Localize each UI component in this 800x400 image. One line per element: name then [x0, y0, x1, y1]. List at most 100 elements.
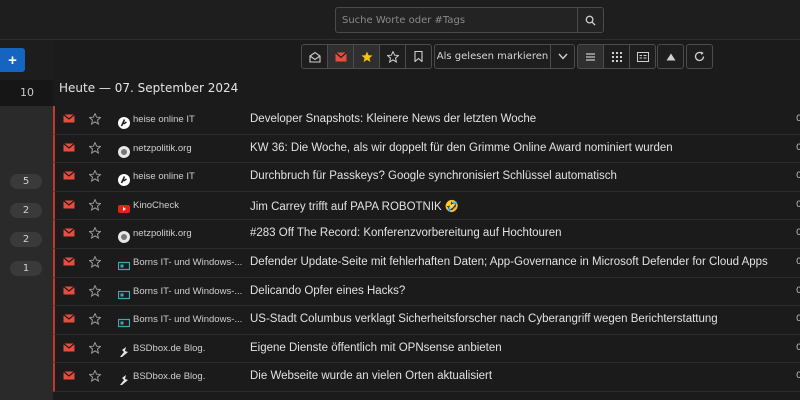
netzpolitik-icon [118, 143, 130, 158]
envelope-icon[interactable] [63, 199, 75, 209]
article-date-fragment: 0 [796, 371, 800, 382]
bookmark-icon [414, 51, 423, 62]
view-reader-button[interactable] [629, 44, 656, 69]
sidebar-count-today: 10 [20, 86, 34, 99]
star-outline-icon[interactable] [89, 313, 101, 326]
article-row[interactable]: netzpolitik.org KW 36: Die Woche, als wi… [53, 134, 800, 164]
borns-icon [117, 314, 131, 328]
article-title[interactable]: KW 36: Die Woche, als wir doppelt für de… [250, 142, 673, 154]
article-date-fragment: 0 [796, 285, 800, 296]
envelope-icon[interactable] [63, 114, 75, 123]
article-date-fragment: 0 [796, 142, 800, 153]
article-date-fragment: 0 [796, 228, 800, 239]
article-date-fragment: 0 [796, 114, 800, 124]
grid-icon [611, 51, 622, 62]
article-toolbar: Als gelesen markieren [53, 40, 800, 74]
unread-filter-button[interactable] [327, 44, 354, 69]
envelope-icon[interactable] [63, 142, 75, 152]
article-date-fragment: 0 [796, 314, 800, 325]
article-title[interactable]: Jim Carrey trifft auf PAPA ROBOTNIK 🤣 [250, 199, 459, 213]
bookmark-filter-button[interactable] [405, 44, 432, 69]
sidebar: + 10 5 2 2 1 [0, 40, 53, 400]
starred-filter-button[interactable] [353, 44, 380, 69]
top-bar [0, 0, 800, 40]
article-title[interactable]: #283 Off The Record: Konferenzvorbereitu… [250, 227, 562, 239]
star-outline-icon[interactable] [89, 170, 101, 183]
feed-name[interactable]: BSDbox.de Blog. [133, 371, 245, 382]
star-outline-icon[interactable] [89, 341, 101, 354]
star-outline-icon[interactable] [89, 227, 101, 240]
star-outline-icon[interactable] [89, 370, 101, 383]
day-header: Heute — 07. September 2024 [59, 81, 239, 95]
view-grid-button[interactable] [603, 44, 630, 69]
star-outline-icon[interactable] [89, 255, 101, 268]
article-title[interactable]: Delicando Opfer eines Hacks? [250, 285, 405, 297]
article-row[interactable]: heise online IT Developer Snapshots: Kle… [53, 106, 800, 135]
chevron-down-icon [557, 53, 568, 60]
sidebar-feed-list [0, 106, 53, 400]
refresh-icon [694, 51, 705, 62]
article-row[interactable]: Borns IT- und Windows-... Delicando Opfe… [53, 277, 800, 307]
envelope-icon[interactable] [63, 371, 75, 380]
sidebar-badge[interactable]: 2 [10, 203, 42, 218]
sidebar-badge[interactable]: 1 [10, 261, 42, 276]
envelope-icon[interactable] [63, 285, 75, 295]
bsdbox-icon [118, 343, 130, 357]
article-row[interactable]: BSDbox.de Blog. Eigene Dienste öffentlic… [53, 334, 800, 364]
envelope-open-icon [308, 51, 321, 63]
sidebar-badge[interactable]: 2 [10, 232, 42, 247]
feed-name[interactable]: netzpolitik.org [133, 143, 245, 154]
article-row[interactable]: BSDbox.de Blog. Die Webseite wurde an vi… [53, 363, 800, 392]
feed-name[interactable]: netzpolitik.org [133, 228, 245, 239]
scroll-top-button[interactable] [657, 44, 684, 69]
envelope-icon[interactable] [63, 171, 75, 180]
feed-name[interactable]: heise online IT [133, 171, 245, 182]
article-row[interactable]: Borns IT- und Windows-... US-Stadt Colum… [53, 306, 800, 335]
article-row[interactable]: Borns IT- und Windows-... Defender Updat… [53, 248, 800, 278]
article-list: heise online IT Developer Snapshots: Kle… [53, 106, 800, 392]
borns-icon [117, 286, 131, 299]
search-input[interactable] [336, 8, 577, 32]
star-outline-icon[interactable] [89, 284, 101, 297]
mark-read-button[interactable]: Als gelesen markieren [434, 44, 551, 69]
article-title[interactable]: Developer Snapshots: Kleinere News der l… [250, 113, 536, 125]
view-list-button[interactable] [577, 44, 604, 69]
star-icon [361, 51, 372, 62]
triangle-up-icon [666, 53, 675, 60]
article-title[interactable]: Durchbruch für Passkeys? Google synchron… [250, 170, 617, 182]
unstarred-filter-button[interactable] [379, 44, 406, 69]
feed-name[interactable]: BSDbox.de Blog. [133, 343, 245, 354]
refresh-button[interactable] [686, 44, 713, 69]
article-row[interactable]: netzpolitik.org #283 Off The Record: Kon… [53, 220, 800, 249]
article-row[interactable]: KinoCheck Jim Carrey trifft auf PAPA ROB… [53, 191, 800, 221]
feed-name[interactable]: heise online IT [133, 114, 245, 125]
add-feed-button[interactable]: + [0, 48, 25, 72]
envelope-icon[interactable] [63, 228, 75, 237]
article-title[interactable]: Defender Update-Seite mit fehlerhaften D… [250, 256, 768, 268]
article-row[interactable]: heise online IT Durchbruch für Passkeys?… [53, 163, 800, 192]
heise-icon [118, 114, 130, 129]
sidebar-badge[interactable]: 5 [10, 174, 42, 189]
youtube-icon [118, 200, 130, 213]
search-button[interactable] [577, 8, 603, 32]
article-date-fragment: 0 [796, 171, 800, 182]
envelope-icon[interactable] [63, 314, 75, 323]
envelope-icon[interactable] [63, 257, 75, 266]
feed-name[interactable]: KinoCheck [133, 200, 245, 211]
article-title[interactable]: Eigene Dienste öffentlich mit OPNsense a… [250, 342, 502, 354]
star-outline-icon[interactable] [89, 141, 101, 154]
mark-read-dropdown[interactable] [550, 44, 575, 69]
feed-name[interactable]: Borns IT- und Windows-... [133, 286, 245, 297]
envelope-icon[interactable] [63, 342, 75, 352]
feed-name[interactable]: Borns IT- und Windows-... [133, 257, 245, 268]
star-outline-icon[interactable] [89, 198, 101, 211]
feed-name[interactable]: Borns IT- und Windows-... [133, 314, 245, 325]
envelope-icon [334, 51, 347, 61]
star-outline-icon[interactable] [89, 113, 101, 125]
netzpolitik-icon [118, 228, 130, 244]
article-title[interactable]: US-Stadt Columbus verklagt Sicherheitsfo… [250, 313, 718, 325]
article-date-fragment: 0 [796, 342, 800, 353]
mark-read-label: Als gelesen markieren [436, 51, 549, 62]
read-filter-button[interactable] [301, 44, 328, 69]
article-title[interactable]: Die Webseite wurde an vielen Orten aktua… [250, 370, 492, 382]
